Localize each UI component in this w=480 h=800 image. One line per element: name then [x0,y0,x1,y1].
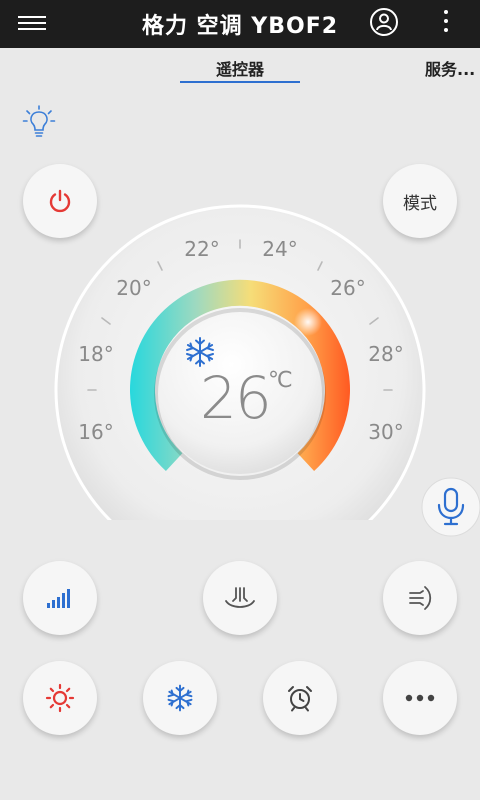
snowflake-icon [167,684,193,712]
lightbulb-icon[interactable] [22,104,56,142]
temperature-unit: ℃ [268,368,293,393]
dial-label-16: 16° [78,420,114,444]
dial-label-26: 26° [330,276,366,300]
dial-graphic [54,204,426,520]
tab-service[interactable]: 服务... [425,56,475,80]
airflow-down-icon [225,587,255,608]
cool-mode-button[interactable] [143,661,217,735]
timer-button[interactable] [263,661,337,735]
user-icon[interactable] [369,7,399,37]
app-title: 格力 空调 YBOF2 [141,14,339,39]
swing-vertical-button[interactable] [203,561,277,635]
tab-remote-control[interactable]: 遥控器 [180,56,300,80]
swing-horizontal-button[interactable] [383,561,457,635]
tab-bar: 遥控器 服务... [0,48,480,84]
dial-label-24: 24° [262,237,298,261]
current-temperature: 26 [200,364,272,432]
airflow-side-icon [409,586,432,610]
more-horizontal-icon [405,694,435,702]
dial-label-18: 18° [78,342,114,366]
heat-mode-button[interactable] [23,661,97,735]
temperature-dial[interactable]: 16° 18° 20° 22° 24° 26° 28° 30° 26 ℃ [0,200,480,520]
tab-active-indicator [180,81,300,83]
dial-label-20: 20° [116,276,152,300]
sun-icon [45,683,75,713]
dial-label-30: 30° [368,420,404,444]
top-app-bar: 格力 空调 YBOF2 [0,0,480,48]
fan-speed-button[interactable] [23,561,97,635]
dial-label-28: 28° [368,342,404,366]
fan-speed-icon [47,589,70,608]
dial-label-22: 22° [184,237,220,261]
more-functions-button[interactable] [383,661,457,735]
microphone-button[interactable] [420,476,480,538]
more-vert-icon[interactable] [441,10,451,38]
alarm-clock-icon [288,686,312,712]
